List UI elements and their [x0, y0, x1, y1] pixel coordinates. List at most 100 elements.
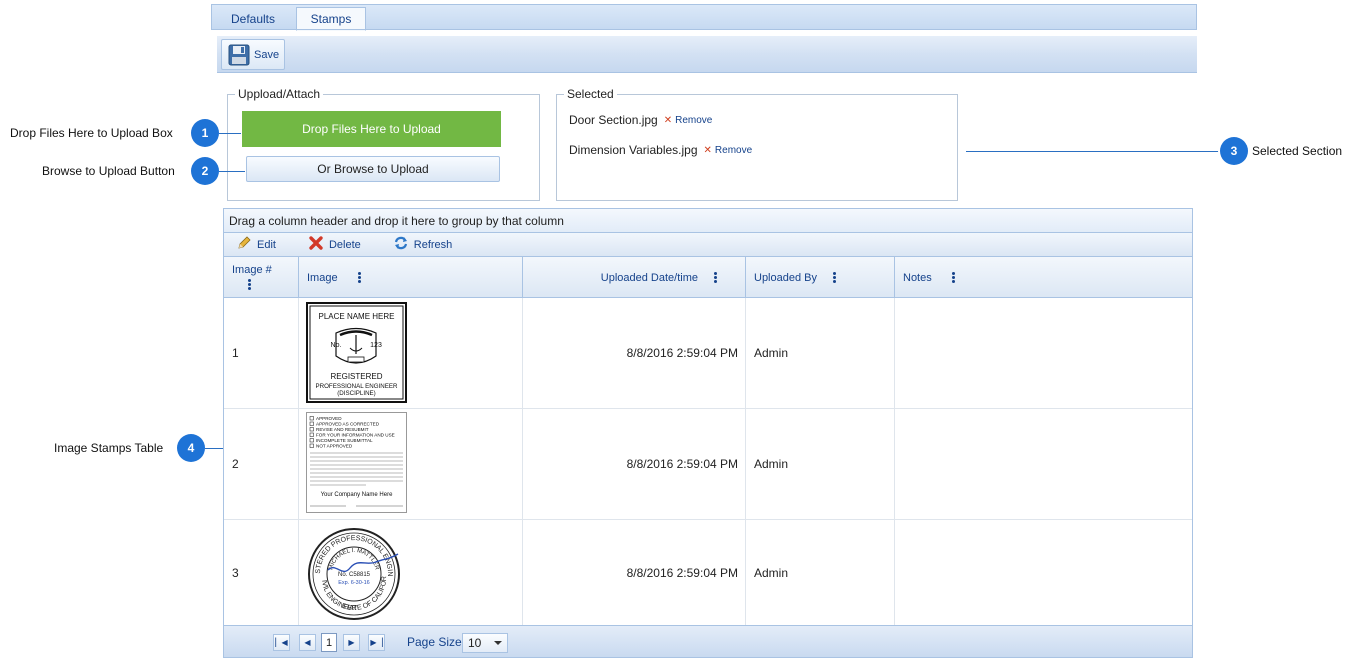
column-header-image[interactable]: Image [299, 257, 523, 298]
callout-badge-1: 1 [191, 119, 219, 147]
table-header: Image # Image Uploaded Date/time Uploade… [224, 257, 1192, 298]
remove-link[interactable]: Remove [675, 115, 712, 126]
callout-badge-4: 4 [177, 434, 205, 462]
column-header-label: Image # [232, 264, 272, 276]
next-page-icon[interactable]: ▶ [343, 634, 360, 651]
first-page-icon[interactable]: ▏◀ [273, 634, 290, 651]
remove-link[interactable]: Remove [715, 145, 752, 156]
column-menu-icon[interactable] [833, 271, 836, 284]
column-header-label: Uploaded Date/time [600, 271, 698, 284]
edit-label: Edit [257, 238, 276, 251]
stamp-text: 123 [370, 342, 382, 349]
remove-x-icon[interactable]: ✕ [704, 145, 712, 156]
cell-image: APPROVED APPROVED AS CORRECTED REVISE AN… [299, 409, 523, 519]
callout-badge-2: 2 [191, 157, 219, 185]
column-header-uploaded-by[interactable]: Uploaded By [746, 257, 895, 298]
callout-line-2 [219, 171, 245, 172]
column-menu-icon[interactable] [714, 271, 717, 284]
column-header-image-num[interactable]: Image # [224, 257, 299, 298]
save-icon [228, 44, 250, 66]
chevron-down-icon [494, 641, 502, 645]
selected-file-item: Door Section.jpg ✕ Remove [569, 113, 712, 127]
callout-label-3: Selected Section [1252, 144, 1343, 158]
tab-divider [211, 29, 1197, 30]
column-menu-icon[interactable] [357, 271, 361, 284]
table-row[interactable]: 2 APPROVED APPROVED AS CORRECTED REVISE … [224, 409, 1192, 520]
cell-notes [895, 409, 1192, 519]
delete-label: Delete [328, 238, 361, 251]
stamp-text: APPROVED AS CORRECTED [316, 422, 380, 427]
callout-label-4: Image Stamps Table [54, 441, 164, 455]
table-row[interactable]: 3 REGISTERED PROFESSIONAL ENGINEER MICHA… [224, 520, 1192, 626]
page-size-value: 10 [468, 636, 482, 650]
cell-uploaded-by: Admin [746, 409, 895, 519]
group-panel[interactable]: Drag a column header and drop it here to… [224, 209, 1192, 233]
refresh-label: Refresh [413, 238, 453, 251]
cell-image: REGISTERED PROFESSIONAL ENGINEER MICHAEL… [299, 520, 523, 626]
browse-upload-button[interactable]: Or Browse to Upload [246, 156, 500, 182]
page-size-label: Page Size [407, 635, 462, 649]
selected-file-item: Dimension Variables.jpg ✕ Remove [569, 143, 752, 157]
main-toolbar: Save [217, 36, 1197, 73]
stamp-image-pe: PLACE NAME HERE No. 123 REGISTERED PROFE… [306, 302, 407, 403]
stamp-text: REGISTERED [330, 372, 382, 381]
cell-uploaded-date: 8/8/2016 2:59:04 PM [523, 520, 746, 626]
remove-x-icon[interactable]: ✕ [664, 115, 672, 126]
callout-badge-3: 3 [1220, 137, 1248, 165]
tab-bar: Defaults Stamps [211, 4, 1197, 31]
callout-label-2: Browse to Upload Button [42, 164, 175, 178]
column-header-notes[interactable]: Notes [895, 257, 1192, 298]
stamp-text: INCOMPLETE SUBMITTAL [316, 438, 373, 443]
stamp-text: No. [331, 342, 342, 349]
column-header-label: Uploaded By [754, 271, 817, 284]
cell-uploaded-date: 8/8/2016 2:59:04 PM [523, 409, 746, 519]
grid-pager: ▏◀ ◀ 1 ▶ ▶▕ Page Size 10 [224, 625, 1192, 657]
cell-notes [895, 520, 1192, 626]
stamp-text: APPROVED [316, 416, 342, 421]
cell-uploaded-date: 8/8/2016 2:59:04 PM [523, 298, 746, 408]
callout-line-4 [205, 448, 223, 449]
cell-notes [895, 298, 1192, 408]
cell-image: PLACE NAME HERE No. 123 REGISTERED PROFE… [299, 298, 523, 408]
save-label: Save [254, 48, 280, 61]
stamp-text: REVISE AND RESUBMIT [316, 427, 369, 432]
cell-image-num: 3 [224, 520, 299, 626]
cell-uploaded-by: Admin [746, 298, 895, 408]
selected-legend: Selected [564, 87, 617, 101]
stamp-text: FOR YOUR INFORMATION AND USE [316, 433, 395, 438]
image-stamps-table: Drag a column header and drop it here to… [223, 208, 1193, 658]
prev-page-icon[interactable]: ◀ [299, 634, 316, 651]
cell-image-num: 2 [224, 409, 299, 519]
page-number-button[interactable]: 1 [321, 633, 337, 652]
tab-stamps[interactable]: Stamps [296, 7, 366, 31]
stamp-image-seal: REGISTERED PROFESSIONAL ENGINEER MICHAEL… [306, 526, 400, 620]
refresh-icon [393, 235, 409, 254]
callout-line-3 [966, 151, 1220, 152]
stamp-text: Exp. 6-30-16 [338, 580, 370, 586]
table-row[interactable]: 1 PLACE NAME HERE No. 123 REGISTERED PRO… [224, 298, 1192, 409]
drop-files-box[interactable]: Drop Files Here to Upload [242, 111, 501, 147]
pencil-icon [236, 235, 252, 254]
save-button[interactable]: Save [221, 39, 285, 70]
callout-line-1 [219, 133, 241, 134]
callout-label-1: Drop Files Here to Upload Box [10, 126, 173, 140]
page-size-select[interactable]: 10 [462, 633, 508, 653]
column-menu-icon[interactable] [951, 271, 955, 284]
tab-defaults[interactable]: Defaults [218, 7, 288, 31]
last-page-icon[interactable]: ▶▕ [368, 634, 385, 651]
selected-file-name: Dimension Variables.jpg [569, 143, 698, 157]
stamp-text: (DISCIPLINE) [337, 390, 376, 397]
stamp-image-approval: APPROVED APPROVED AS CORRECTED REVISE AN… [306, 412, 407, 513]
cell-image-num: 1 [224, 298, 299, 408]
column-header-label: Image [307, 271, 338, 284]
delete-button[interactable]: Delete [308, 235, 361, 254]
stamp-text: No. C58815 [338, 572, 371, 578]
column-menu-icon[interactable] [248, 278, 251, 291]
stamp-text: PLACE NAME HERE [318, 312, 394, 321]
refresh-button[interactable]: Refresh [393, 235, 453, 254]
edit-button[interactable]: Edit [236, 235, 276, 254]
column-header-uploaded-date[interactable]: Uploaded Date/time [523, 257, 746, 298]
delete-x-icon [308, 235, 324, 254]
stamp-text: NOT APPROVED [316, 444, 353, 449]
grid-toolbar: Edit Delete Refresh [224, 233, 1192, 257]
